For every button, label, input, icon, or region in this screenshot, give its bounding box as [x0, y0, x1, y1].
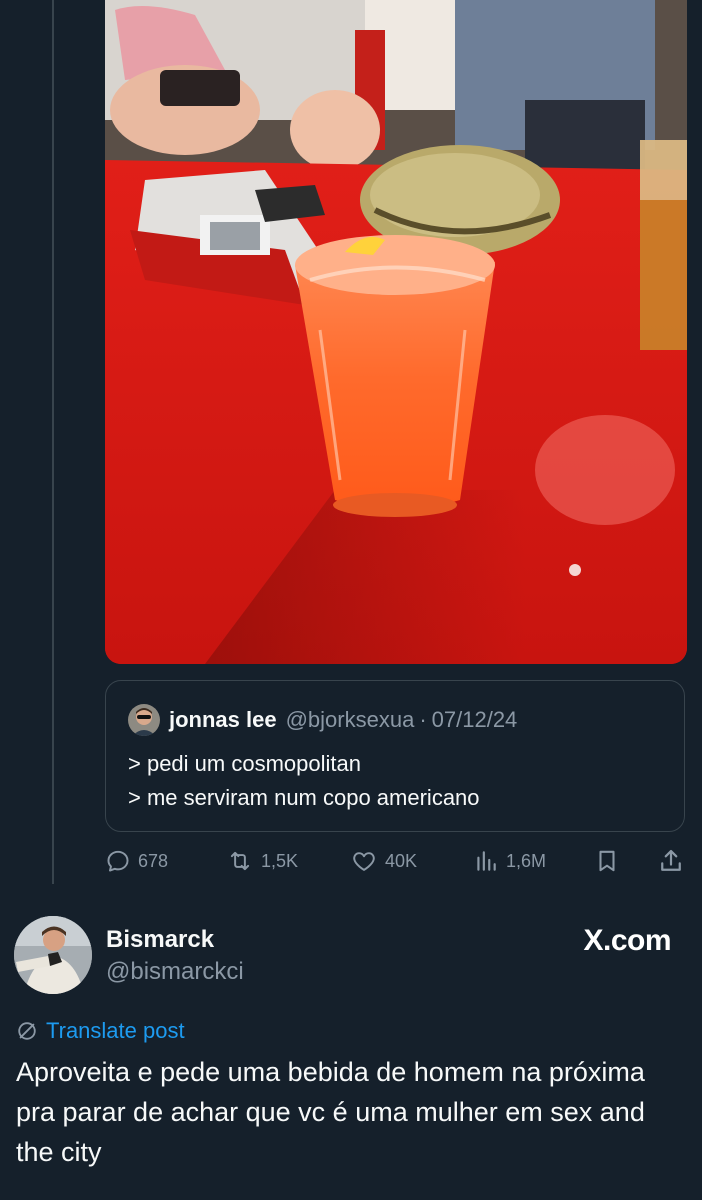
translate-icon — [18, 1022, 36, 1040]
bookmark-button[interactable] — [594, 842, 627, 880]
retweet-icon — [230, 851, 250, 871]
thread-connector-line — [52, 0, 54, 884]
bookmark-icon — [599, 850, 615, 872]
translate-post-link[interactable]: Translate post — [16, 1016, 185, 1046]
retweet-count: 1,5K — [261, 850, 299, 871]
x-brand-logo: X.com — [583, 924, 671, 957]
quoted-tweet-date[interactable]: 07/12/24 — [432, 707, 518, 733]
views-button[interactable]: 1,6M — [473, 842, 546, 880]
quoted-author-handle[interactable]: @bjorksexua — [286, 707, 415, 733]
author-avatar[interactable] — [14, 916, 92, 994]
like-count: 40K — [385, 850, 418, 871]
quoted-tweet-card[interactable]: jonnas lee @bjorksexua · 07/12/24 > pedi… — [105, 680, 685, 832]
like-icon — [353, 852, 375, 871]
quoted-tweet-header: jonnas lee @bjorksexua · 07/12/24 — [128, 703, 517, 737]
reply-icon — [107, 850, 129, 872]
tweet-media-photo[interactable] — [105, 0, 687, 664]
quoted-author-name[interactable]: jonnas lee — [169, 707, 277, 733]
like-button[interactable]: 40K — [350, 842, 417, 880]
views-count: 1,6M — [506, 850, 547, 871]
tweet-text: Aproveita e pede uma bebida de homem na … — [16, 1057, 645, 1167]
views-icon — [477, 851, 496, 871]
author-name[interactable]: Bismarck — [106, 926, 214, 954]
share-icon — [661, 849, 681, 871]
quoted-tweet-line: > me serviram num copo americano — [128, 785, 480, 810]
author-handle[interactable]: @bismarckci — [106, 958, 244, 986]
retweet-button[interactable]: 1,5K — [226, 842, 298, 880]
tweet-action-bar: 678 1,5K 40K 1,6M — [105, 842, 689, 880]
quoted-tweet-text: > pedi um cosmopolitan > me serviram num… — [128, 747, 480, 815]
reply-button[interactable]: 678 — [105, 842, 168, 880]
separator-dot: · — [419, 707, 427, 732]
drink-photo-illustration — [105, 0, 687, 664]
translate-label: Translate post — [46, 1018, 185, 1043]
quoted-tweet-line: > pedi um cosmopolitan — [128, 751, 361, 776]
share-button[interactable] — [657, 842, 692, 880]
quoted-author-avatar[interactable] — [128, 704, 160, 736]
reply-count: 678 — [138, 850, 169, 871]
